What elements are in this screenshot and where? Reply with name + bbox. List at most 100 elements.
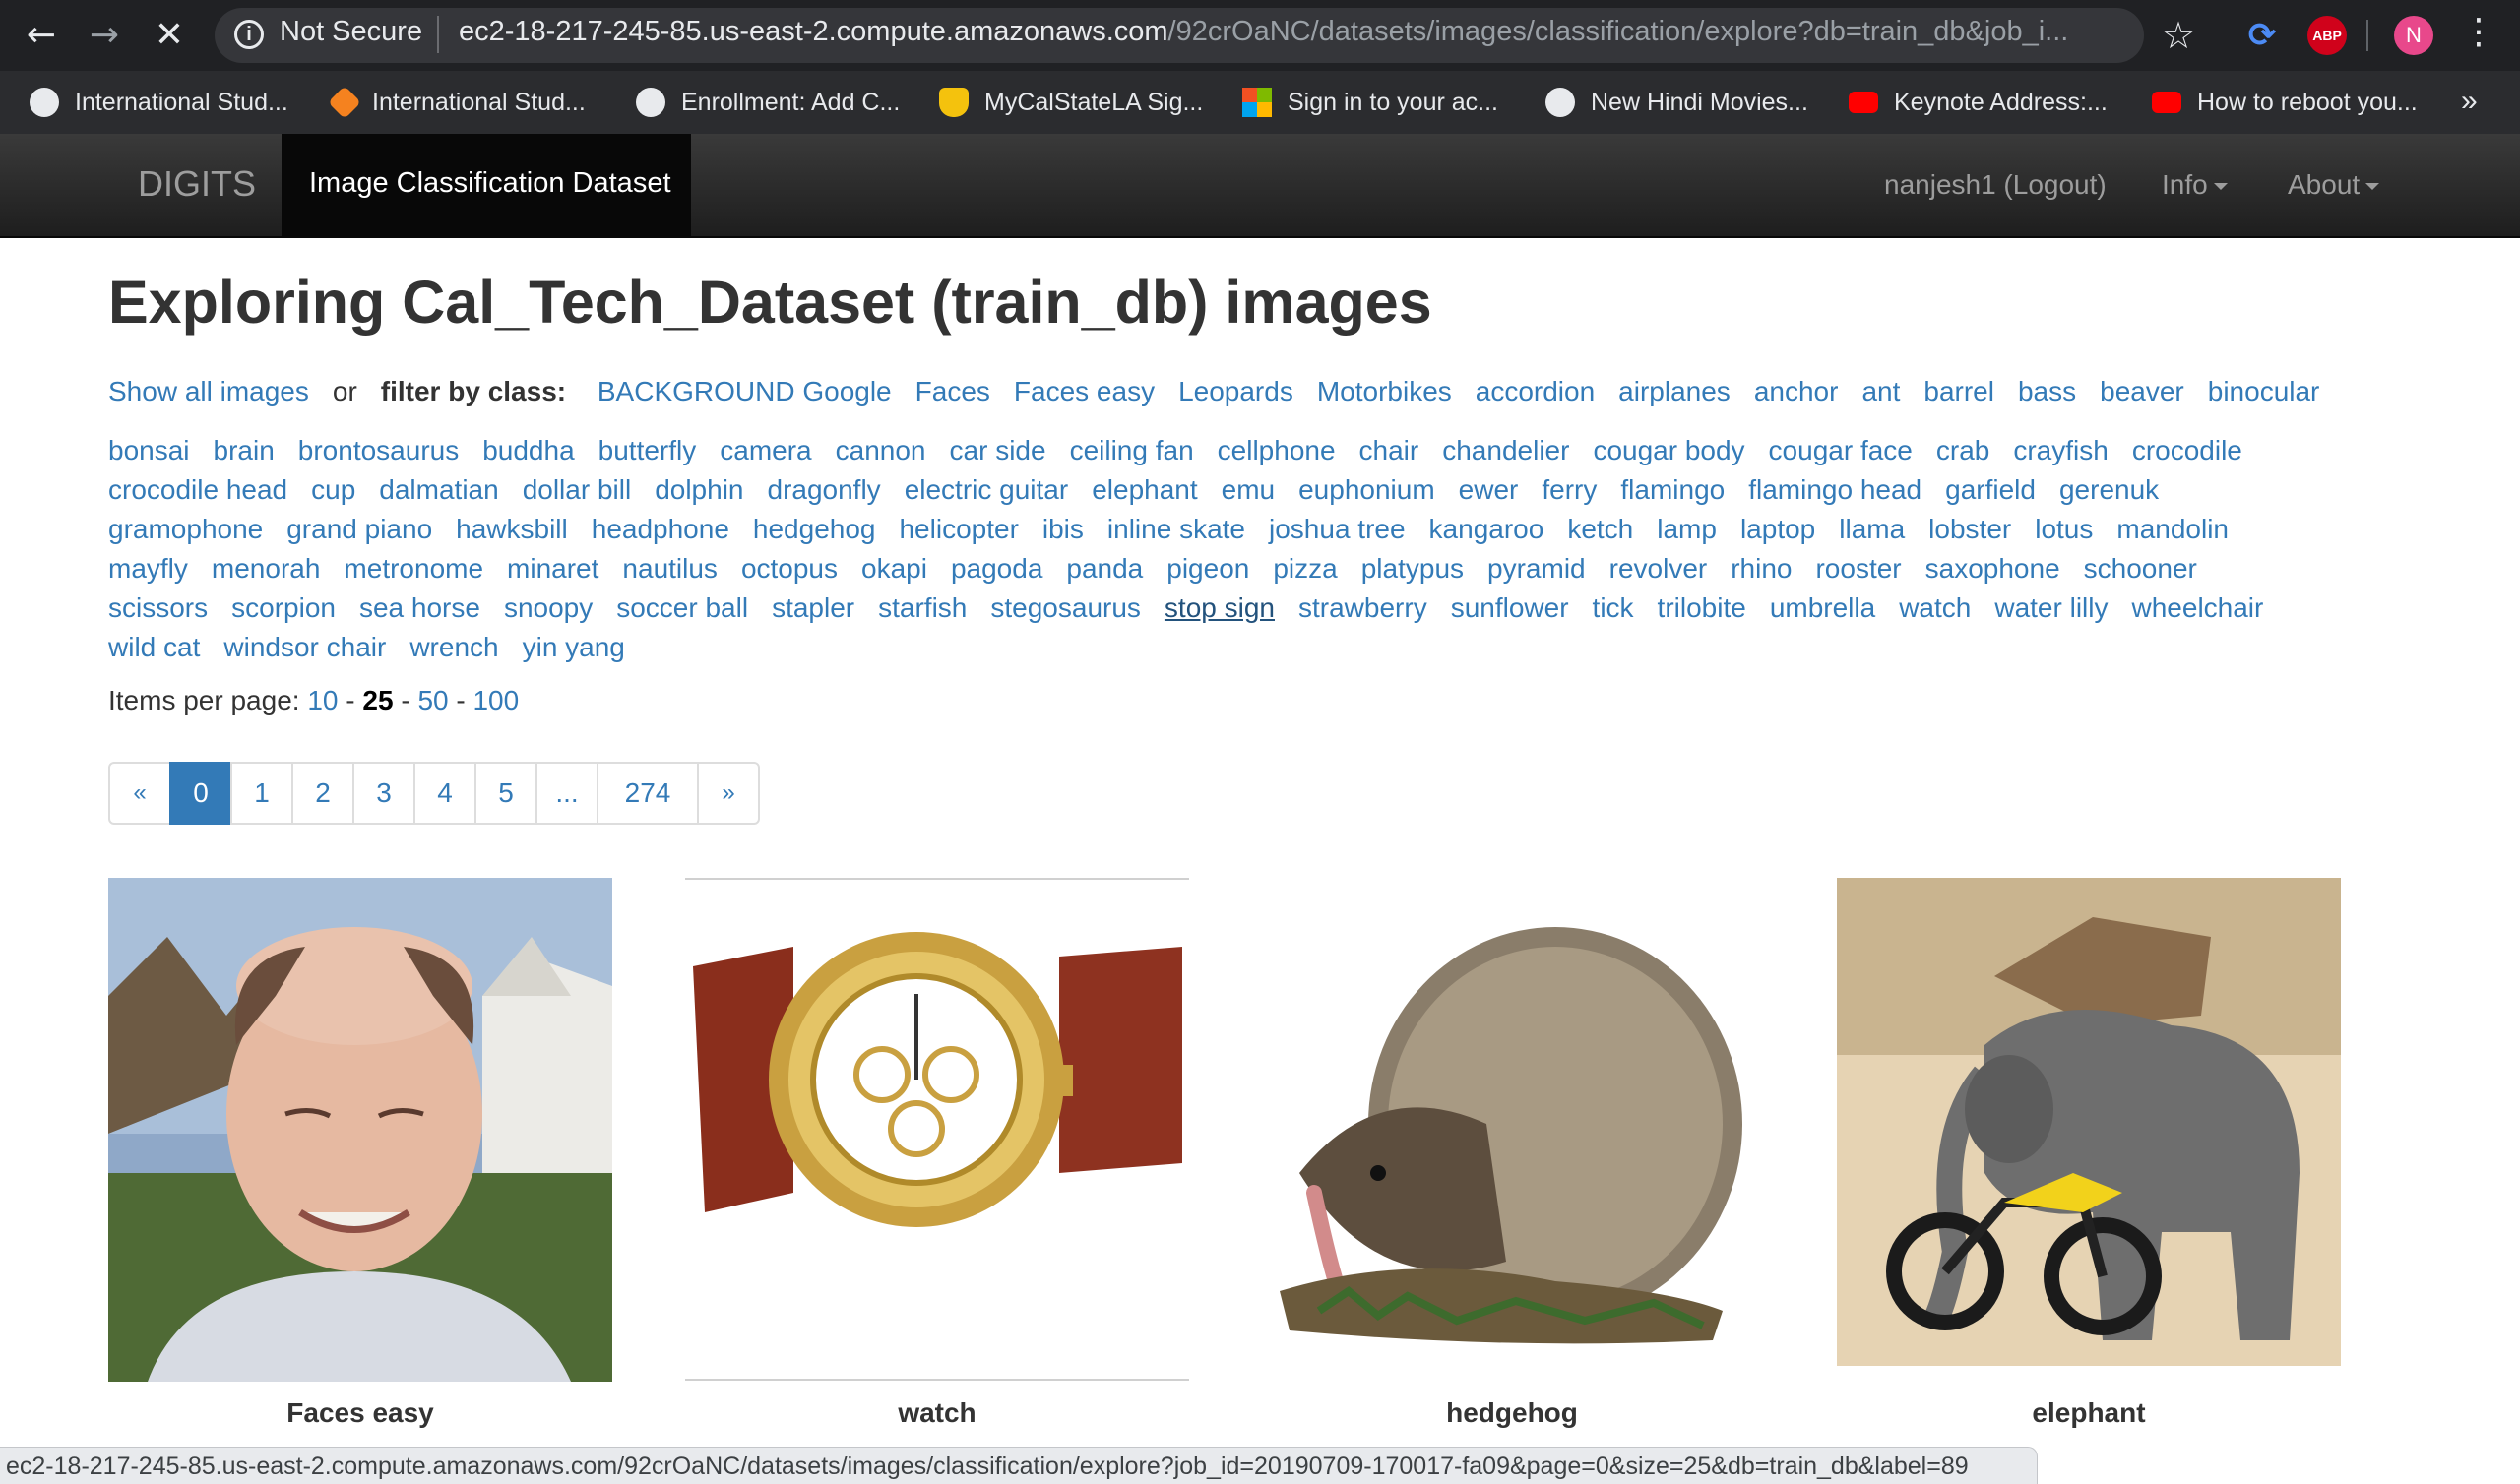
class-filter-link[interactable]: pizza (1273, 553, 1337, 584)
adblock-extension-icon[interactable]: ABP (2307, 16, 2347, 55)
class-filter-link[interactable]: emu (1222, 474, 1275, 505)
class-filter-link[interactable]: ketch (1567, 514, 1633, 544)
class-filter-link[interactable]: snoopy (504, 592, 593, 623)
bookmark-item[interactable]: International Stud... (328, 83, 586, 122)
watch-thumbnail-image[interactable] (685, 878, 1189, 1382)
browser-menu-icon[interactable]: ⋮ (2461, 12, 2496, 52)
ipp-option[interactable]: 10 (307, 685, 338, 715)
class-filter-link[interactable]: flamingo (1620, 474, 1725, 505)
brand-link[interactable]: DIGITS (138, 163, 256, 205)
security-label[interactable]: Not Secure (280, 16, 422, 48)
more-bookmarks-icon[interactable]: » (2461, 85, 2478, 118)
class-filter-link[interactable]: helicopter (899, 514, 1018, 544)
class-filter-link[interactable]: lamp (1657, 514, 1717, 544)
sync-extension-icon[interactable]: ⟳ (2242, 16, 2282, 55)
info-dropdown[interactable]: Info (2162, 169, 2228, 201)
image-card[interactable]: Faces easy (108, 878, 612, 1428)
class-filter-link[interactable]: cellphone (1218, 435, 1336, 465)
class-filter-link[interactable]: hawksbill (456, 514, 568, 544)
page-button[interactable]: 1 (230, 762, 293, 825)
class-filter-link[interactable]: stapler (772, 592, 854, 623)
class-filter-link[interactable]: ibis (1042, 514, 1084, 544)
profile-avatar[interactable]: N (2394, 16, 2433, 55)
page-button[interactable]: 4 (413, 762, 476, 825)
class-filter-link[interactable]: dragonfly (768, 474, 881, 505)
class-filter-link[interactable]: ferry (1542, 474, 1597, 505)
bookmark-item[interactable]: International Stud... (30, 83, 288, 122)
back-icon[interactable]: ← (20, 14, 63, 57)
class-filter-link[interactable]: crocodile (2132, 435, 2242, 465)
class-filter-link[interactable]: crab (1936, 435, 1989, 465)
class-filter-link[interactable]: soccer ball (616, 592, 748, 623)
bookmark-item[interactable]: Enrollment: Add C... (636, 83, 900, 122)
forward-icon[interactable]: → (83, 14, 126, 57)
class-filter-link[interactable]: stop sign (1165, 592, 1275, 623)
class-filter-link[interactable]: accordion (1476, 376, 1595, 406)
page-next-button[interactable]: » (697, 762, 760, 825)
class-filter-link[interactable]: anchor (1754, 376, 1839, 406)
class-filter-link[interactable]: Motorbikes (1317, 376, 1452, 406)
class-filter-link[interactable]: wild cat (108, 632, 200, 662)
class-filter-link[interactable]: camera (720, 435, 811, 465)
class-filter-link[interactable]: wheelchair (2132, 592, 2264, 623)
class-filter-link[interactable]: cup (311, 474, 355, 505)
class-filter-link[interactable]: mandolin (2116, 514, 2229, 544)
class-filter-link[interactable]: grand piano (286, 514, 432, 544)
class-filter-link[interactable]: BACKGROUND Google (598, 376, 892, 406)
class-filter-link[interactable]: okapi (861, 553, 927, 584)
image-card[interactable]: elephant (1837, 878, 2341, 1428)
ipp-option[interactable]: 100 (472, 685, 519, 715)
logout-link[interactable]: nanjesh1 (Logout) (1884, 169, 2107, 201)
class-filter-link[interactable]: Faces easy (1014, 376, 1155, 406)
class-filter-link[interactable]: ewer (1459, 474, 1519, 505)
class-filter-link[interactable]: schooner (2084, 553, 2197, 584)
class-filter-link[interactable]: stegosaurus (990, 592, 1141, 623)
class-filter-link[interactable]: mayfly (108, 553, 188, 584)
class-filter-link[interactable]: laptop (1740, 514, 1815, 544)
class-filter-link[interactable]: kangaroo (1429, 514, 1544, 544)
page-button[interactable]: 3 (352, 762, 415, 825)
class-filter-link[interactable]: yin yang (523, 632, 625, 662)
class-filter-link[interactable]: chair (1359, 435, 1419, 465)
class-filter-link[interactable]: chandelier (1442, 435, 1569, 465)
class-filter-link[interactable]: Faces (915, 376, 990, 406)
class-filter-link[interactable]: pyramid (1487, 553, 1586, 584)
page-button[interactable]: 5 (474, 762, 537, 825)
class-filter-link[interactable]: Leopards (1178, 376, 1293, 406)
class-filter-link[interactable]: umbrella (1770, 592, 1875, 623)
page-prev-button[interactable]: « (108, 762, 171, 825)
class-filter-link[interactable]: water lilly (1994, 592, 2108, 623)
class-filter-link[interactable]: brontosaurus (298, 435, 459, 465)
class-filter-link[interactable]: car side (950, 435, 1046, 465)
stop-loading-icon[interactable]: ✕ (148, 14, 191, 57)
class-filter-link[interactable]: crayfish (2013, 435, 2108, 465)
class-filter-link[interactable]: dalmatian (379, 474, 498, 505)
class-filter-link[interactable]: cougar face (1769, 435, 1913, 465)
class-filter-link[interactable]: euphonium (1298, 474, 1435, 505)
page-button[interactable]: 274 (597, 762, 699, 825)
class-filter-link[interactable]: watch (1899, 592, 1971, 623)
class-filter-link[interactable]: lobster (1928, 514, 2011, 544)
bookmark-star-icon[interactable]: ☆ (2162, 14, 2195, 57)
bookmark-item[interactable]: New Hindi Movies... (1545, 83, 1808, 122)
class-filter-link[interactable]: rooster (1815, 553, 1901, 584)
class-filter-link[interactable]: headphone (592, 514, 729, 544)
class-filter-link[interactable]: llama (1839, 514, 1905, 544)
ipp-option[interactable]: 50 (417, 685, 448, 715)
class-filter-link[interactable]: brain (214, 435, 275, 465)
class-filter-link[interactable]: scorpion (231, 592, 336, 623)
class-filter-link[interactable]: pagoda (951, 553, 1042, 584)
elephant-thumbnail-image[interactable] (1837, 878, 2341, 1382)
class-filter-link[interactable]: trilobite (1658, 592, 1746, 623)
class-filter-link[interactable]: cannon (836, 435, 926, 465)
bookmark-item[interactable]: Sign in to your ac... (1242, 83, 1498, 122)
class-filter-link[interactable]: strawberry (1298, 592, 1427, 623)
class-filter-link[interactable]: panda (1066, 553, 1143, 584)
class-filter-link[interactable]: joshua tree (1269, 514, 1406, 544)
class-filter-link[interactable]: ceiling fan (1070, 435, 1194, 465)
hedgehog-thumbnail-image[interactable] (1260, 878, 1764, 1382)
face-thumbnail-image[interactable] (108, 878, 612, 1382)
class-filter-link[interactable]: inline skate (1107, 514, 1245, 544)
class-filter-link[interactable]: sunflower (1451, 592, 1569, 623)
class-filter-link[interactable]: menorah (212, 553, 321, 584)
